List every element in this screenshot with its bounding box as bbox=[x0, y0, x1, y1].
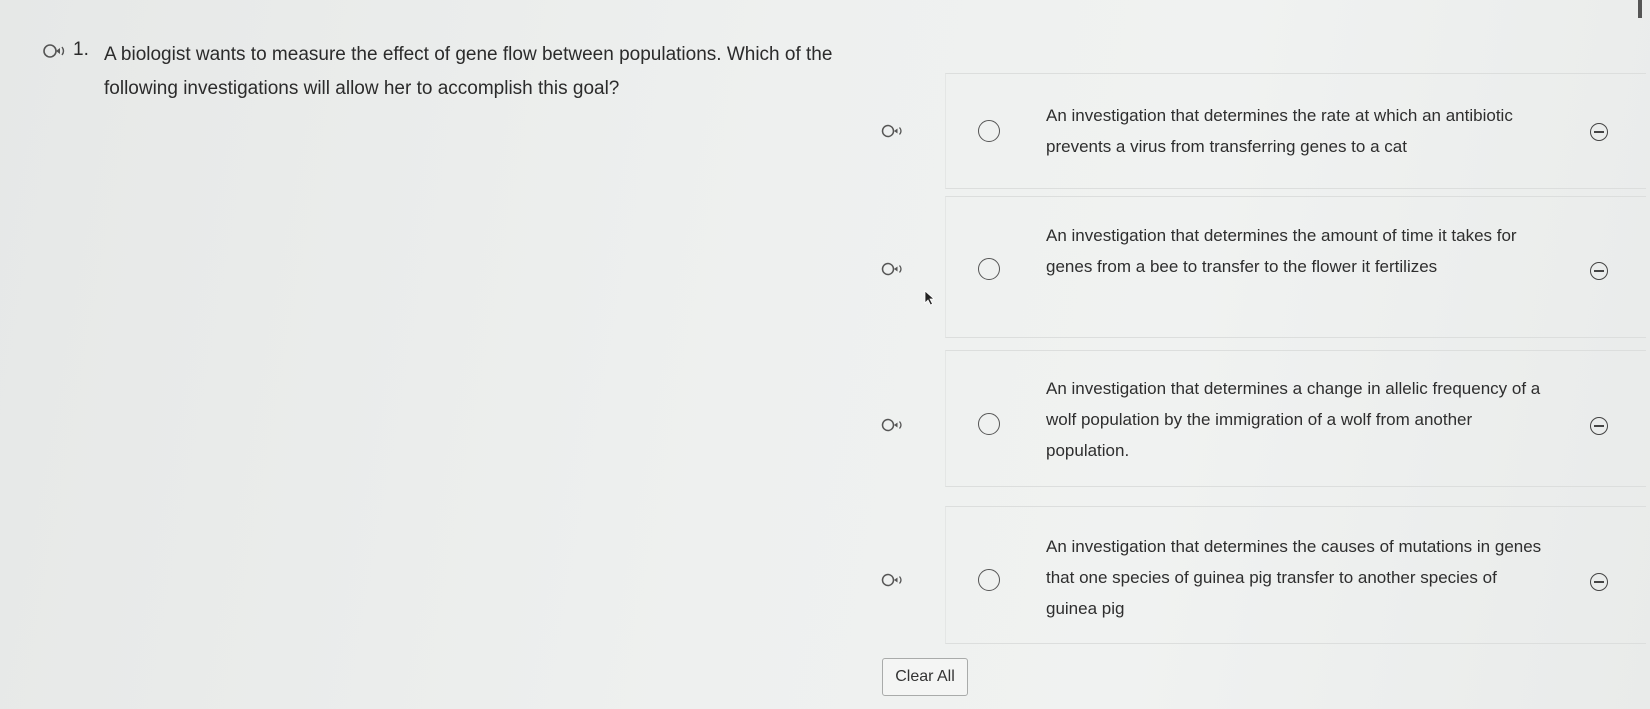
choice-radio[interactable] bbox=[978, 120, 1000, 142]
scroll-indicator bbox=[1638, 0, 1642, 18]
text-to-speech-icon[interactable] bbox=[881, 416, 905, 434]
question-text: A biologist wants to measure the effect … bbox=[104, 44, 833, 99]
choice-text: An investigation that determines the amo… bbox=[1046, 226, 1517, 276]
mouse-cursor-icon bbox=[924, 290, 936, 311]
eliminate-choice-icon[interactable] bbox=[1590, 573, 1608, 591]
choice-text: An investigation that determines the cau… bbox=[1046, 537, 1542, 618]
choice-radio[interactable] bbox=[978, 258, 1000, 280]
choice-radio[interactable] bbox=[978, 413, 1000, 435]
choice-text: An investigation that determines the rat… bbox=[1046, 106, 1513, 156]
choice-radio[interactable] bbox=[978, 569, 1000, 591]
answer-choice[interactable]: An investigation that determines the amo… bbox=[881, 196, 1646, 338]
text-to-speech-icon[interactable] bbox=[881, 260, 905, 278]
answer-choice[interactable]: An investigation that determines a chang… bbox=[881, 350, 1646, 487]
answer-choice[interactable]: An investigation that determines the cau… bbox=[881, 506, 1646, 644]
text-to-speech-icon[interactable] bbox=[42, 42, 68, 60]
answer-choice[interactable]: An investigation that determines the rat… bbox=[881, 73, 1646, 189]
choice-text: An investigation that determines a chang… bbox=[1046, 379, 1541, 460]
question-number: 1. bbox=[73, 39, 89, 60]
clear-all-button[interactable]: Clear All bbox=[882, 658, 968, 696]
eliminate-choice-icon[interactable] bbox=[1590, 123, 1608, 141]
eliminate-choice-icon[interactable] bbox=[1590, 417, 1608, 435]
text-to-speech-icon[interactable] bbox=[881, 122, 905, 140]
text-to-speech-icon[interactable] bbox=[881, 571, 905, 589]
eliminate-choice-icon[interactable] bbox=[1590, 262, 1608, 280]
